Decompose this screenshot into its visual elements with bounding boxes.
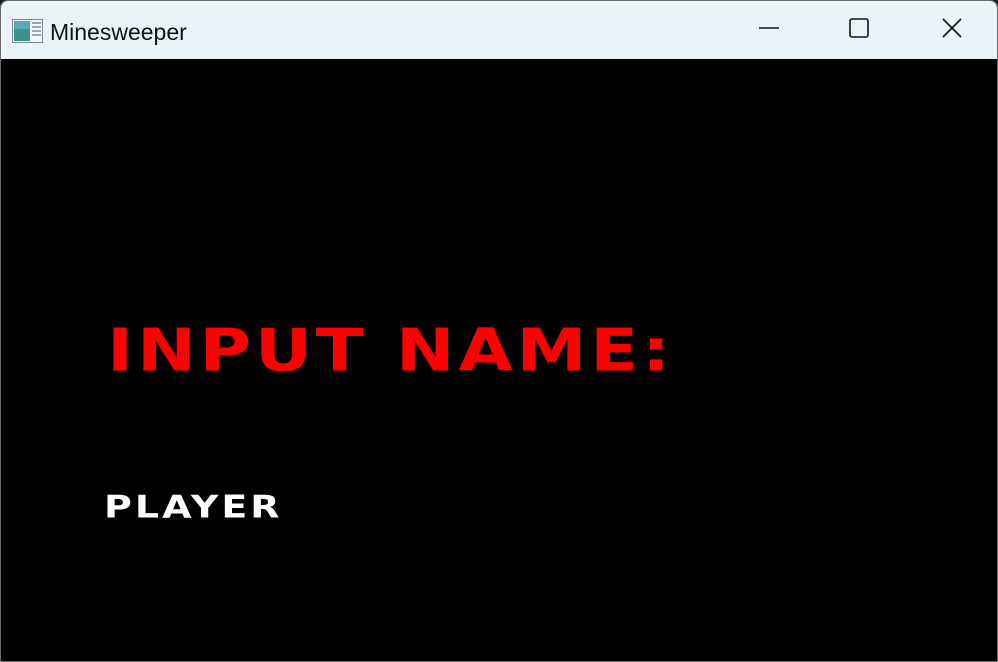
app-window: Minesweeper INPUT NAME: PLAYER: [0, 0, 998, 662]
close-button[interactable]: [906, 1, 997, 59]
minimize-icon: [758, 17, 780, 44]
input-name-prompt: INPUT NAME:: [107, 315, 675, 385]
maximize-button[interactable]: [813, 1, 905, 59]
close-icon: [941, 17, 963, 44]
game-screen: INPUT NAME: PLAYER: [1, 59, 997, 661]
maximize-icon: [848, 17, 870, 44]
minimize-button[interactable]: [723, 1, 815, 59]
window-title: Minesweeper: [50, 19, 187, 45]
player-name-input[interactable]: PLAYER: [104, 487, 364, 526]
app-window-icon: [12, 19, 43, 43]
title-bar[interactable]: Minesweeper: [1, 1, 997, 59]
